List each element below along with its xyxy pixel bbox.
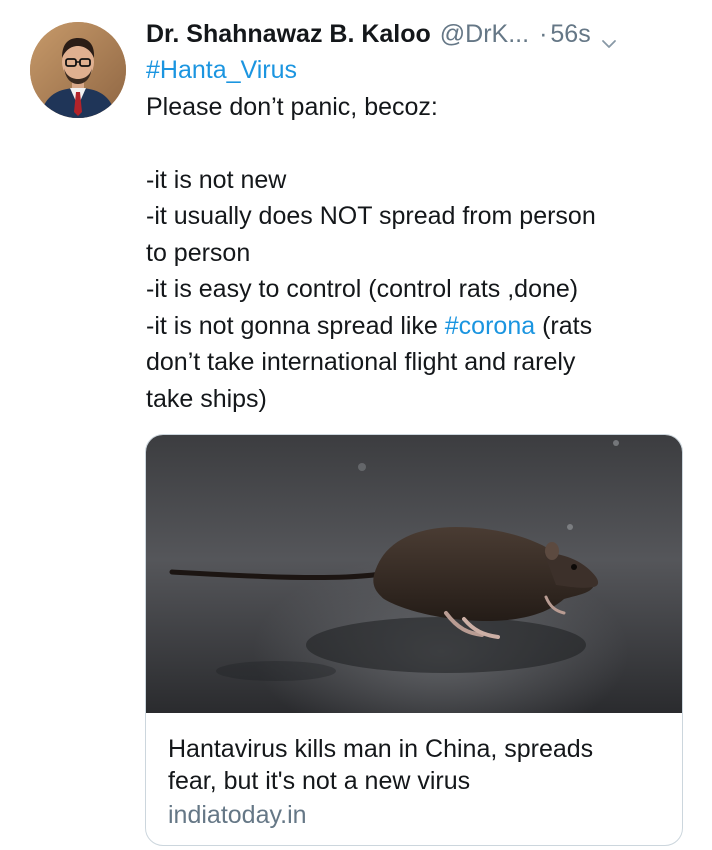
- card-domain[interactable]: indiatoday.in: [168, 799, 307, 831]
- author-avatar[interactable]: [30, 22, 126, 118]
- card-headline-line: Hantavirus kills man in China, spreads: [168, 735, 594, 763]
- tweet-line-text: -it is not gonna spread like: [146, 311, 445, 340]
- tweet-line: -it usually does NOT spread from person: [146, 202, 596, 230]
- tweet-line: -it is easy to control (control rats ,do…: [146, 275, 579, 303]
- timestamp[interactable]: 56s: [550, 16, 590, 52]
- card-headline[interactable]: Hantavirus kills man in China, spreads f…: [168, 733, 668, 797]
- separator-dot: ·: [539, 20, 548, 48]
- tweet-line: to person: [146, 238, 251, 267]
- tweet-content: Dr. Shahnawaz B. Kaloo @DrK... · 56s #Ha…: [146, 16, 686, 417]
- tweet-line: take ships): [146, 384, 267, 413]
- tweet-line-text: (rats: [535, 311, 593, 340]
- rat-photo: [146, 435, 682, 713]
- author-handle[interactable]: @DrK...: [440, 16, 529, 52]
- tweet-line: Please don’t panic, becoz:: [146, 92, 438, 121]
- card-headline-line: fear, but it's not a new virus: [168, 767, 471, 795]
- hashtag-corona[interactable]: #corona: [445, 312, 535, 340]
- tweet-line: -it is not new: [146, 165, 287, 194]
- tweet-header: Dr. Shahnawaz B. Kaloo @DrK... · 56s: [146, 16, 686, 52]
- avatar-photo: [30, 22, 126, 118]
- tweet-text: #Hanta_Virus Please don’t panic, becoz: …: [146, 52, 686, 417]
- card-image[interactable]: [146, 435, 682, 713]
- tweet-line: don’t take international flight and rare…: [146, 348, 576, 376]
- chevron-down-icon[interactable]: [601, 26, 617, 48]
- author-name[interactable]: Dr. Shahnawaz B. Kaloo: [146, 16, 431, 52]
- tweet[interactable]: Dr. Shahnawaz B. Kaloo @DrK... · 56s #Ha…: [0, 0, 712, 850]
- link-card[interactable]: Hantavirus kills man in China, spreads f…: [145, 434, 683, 846]
- hashtag-hanta-virus[interactable]: #Hanta_Virus: [146, 52, 686, 89]
- tweet-line: -it is not gonna spread like #corona (ra…: [146, 308, 686, 345]
